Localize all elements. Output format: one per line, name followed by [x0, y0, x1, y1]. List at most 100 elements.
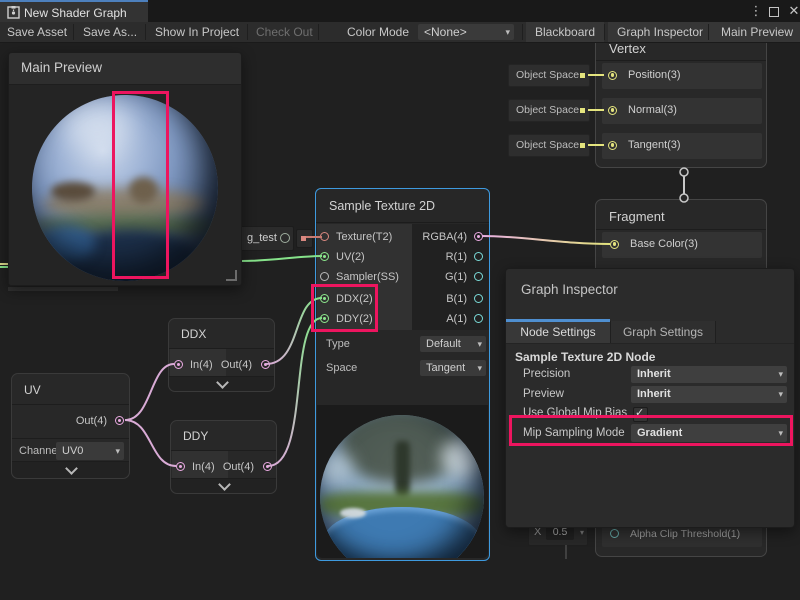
space-dropdown[interactable]: Tangent — [420, 360, 486, 376]
property-g-test[interactable]: g_test — [240, 226, 294, 251]
graph-inspector-toggle[interactable]: Graph Inspector — [608, 22, 712, 42]
port-label: Out(4) — [76, 415, 107, 427]
tab-new-shader-graph[interactable]: New Shader Graph — [0, 0, 148, 22]
tab-title: New Shader Graph — [24, 6, 127, 20]
space-label: Space — [326, 362, 357, 374]
alpha-clip-port[interactable] — [610, 529, 619, 538]
tab-graph-settings[interactable]: Graph Settings — [611, 321, 716, 343]
uv-node-title: UV — [24, 383, 41, 397]
ddx-in-port[interactable] — [174, 360, 183, 369]
edge-uv-ddy[interactable] — [125, 420, 176, 466]
binding-object-space-2[interactable]: Object Space — [508, 99, 590, 122]
save-as-button[interactable]: Save As... — [83, 22, 137, 42]
toolbar: Save Asset Save As... Show In Project Ch… — [0, 22, 800, 43]
g-output-port[interactable] — [474, 272, 483, 281]
binding-label: Object Space — [516, 69, 579, 81]
divider — [316, 222, 489, 223]
close-icon[interactable]: ✕ — [786, 3, 800, 19]
chevron-down-icon[interactable] — [220, 480, 229, 489]
ddy-in-port[interactable] — [176, 462, 185, 471]
binding-label: Object Space — [516, 139, 579, 151]
channel-dropdown[interactable]: UV0 — [56, 442, 124, 460]
binding-object-space-1[interactable]: Object Space — [508, 64, 590, 87]
save-asset-button[interactable]: Save Asset — [7, 22, 67, 42]
node-preview-sphere[interactable] — [320, 415, 484, 558]
active-tab-indicator — [506, 319, 610, 322]
space-value: Tangent — [426, 362, 465, 374]
kebab-menu-icon[interactable]: ⋮ — [748, 3, 764, 19]
tab-node-settings[interactable]: Node Settings — [506, 321, 611, 343]
port-label: Tangent(3) — [628, 139, 681, 151]
port-label: A(1) — [446, 313, 467, 325]
ddx-node[interactable]: DDX In(4) Out(4) — [168, 318, 275, 392]
blackboard-toggle[interactable]: Blackboard — [526, 22, 604, 42]
divider — [73, 24, 74, 40]
port-label: Position(3) — [628, 69, 681, 81]
precision-value: Inherit — [637, 368, 671, 380]
vertex-row-position: Position(3) — [602, 63, 762, 89]
divider — [145, 24, 146, 40]
ddy-node[interactable]: DDY In(4) Out(4) — [170, 420, 277, 494]
property-output-stub[interactable] — [296, 229, 313, 248]
port-label: R(1) — [446, 251, 467, 263]
uv-node[interactable]: UV Out(4) Channe UV0 — [11, 373, 130, 479]
property-label: g_test — [247, 232, 277, 244]
vertex-node-title: Vertex — [609, 41, 646, 56]
base-color-port[interactable] — [610, 240, 619, 249]
rgba-output-port[interactable] — [474, 232, 483, 241]
fragment-row-basecolor: Base Color(3) — [602, 232, 762, 258]
binding-object-space-3[interactable]: Object Space — [508, 134, 590, 157]
main-preview-header[interactable]: Main Preview — [9, 53, 241, 85]
preview-dropdown[interactable]: Inherit — [631, 386, 787, 403]
edge-rgba-basecolor[interactable] — [482, 236, 610, 244]
r-output-port[interactable] — [474, 252, 483, 261]
chevron-down-icon[interactable]: ▾ — [580, 528, 584, 537]
position-port[interactable] — [608, 71, 617, 80]
graph-inspector-panel[interactable]: Graph Inspector Node Settings Graph Sett… — [505, 268, 795, 528]
sample-texture-2d-node[interactable]: Sample Texture 2D Texture(T2) UV(2) Samp… — [315, 188, 490, 561]
edge-uv2-input[interactable] — [242, 256, 322, 261]
tangent-port[interactable] — [608, 141, 617, 150]
port-label: B(1) — [446, 293, 467, 305]
exposed-icon — [280, 233, 290, 243]
port-label: Normal(3) — [628, 104, 677, 116]
property-output-port[interactable] — [301, 236, 306, 241]
binding-port — [580, 143, 585, 148]
maximize-icon[interactable] — [769, 7, 779, 17]
precision-dropdown[interactable]: Inherit — [631, 366, 787, 383]
show-in-project-button[interactable]: Show In Project — [155, 22, 239, 42]
binding-port — [580, 73, 585, 78]
chevron-down-icon[interactable] — [218, 378, 227, 387]
divider — [247, 24, 248, 40]
uv-out-port[interactable] — [115, 416, 124, 425]
fragment-node-title: Fragment — [609, 209, 665, 224]
divider — [506, 343, 794, 344]
b-output-port[interactable] — [474, 294, 483, 303]
divider — [604, 24, 605, 40]
tab-bar: New Shader Graph ⋮ ✕ — [0, 0, 800, 22]
chevron-down-icon[interactable] — [67, 464, 76, 473]
type-dropdown[interactable]: Default — [420, 336, 486, 352]
divider — [522, 24, 523, 40]
a-output-port[interactable] — [474, 314, 483, 323]
edge-uv-ddx[interactable] — [125, 364, 174, 420]
texture-input-port[interactable] — [320, 232, 329, 241]
shader-graph-window: Vertex Position(3) Normal(3) Tangent(3) … — [0, 0, 800, 600]
check-out-button[interactable]: Check Out — [256, 22, 313, 42]
sampler-input-port[interactable] — [320, 272, 329, 281]
vertex-node[interactable]: Vertex Position(3) Normal(3) Tangent(3) — [595, 30, 767, 168]
node-preview-area — [317, 405, 488, 558]
ddx-out-port[interactable] — [261, 360, 270, 369]
uv-input-port[interactable] — [320, 252, 329, 261]
tab-label: Graph Settings — [623, 325, 703, 339]
vertex-row-tangent: Tangent(3) — [602, 133, 762, 159]
normal-port[interactable] — [608, 106, 617, 115]
main-preview-toggle[interactable]: Main Preview — [712, 22, 800, 42]
resize-grip[interactable] — [226, 270, 237, 281]
color-mode-dropdown[interactable]: <None> — [418, 24, 514, 40]
ddx-node-title: DDX — [181, 327, 206, 341]
divider — [596, 229, 766, 230]
ddy-out-port[interactable] — [263, 462, 272, 471]
main-preview-title: Main Preview — [21, 60, 102, 75]
tab-label: Node Settings — [520, 325, 595, 339]
